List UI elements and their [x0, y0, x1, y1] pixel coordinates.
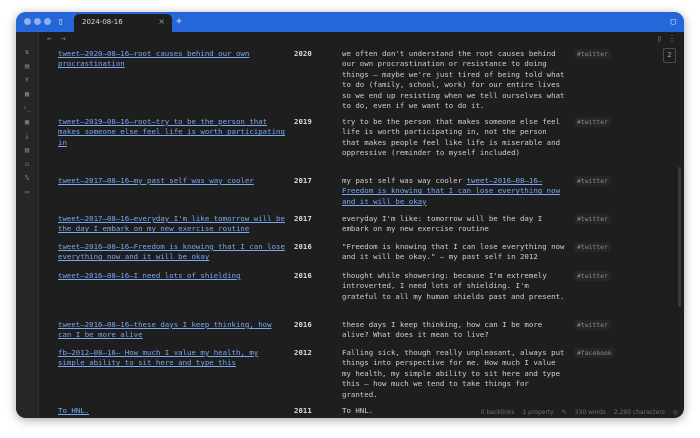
import-icon[interactable]: ⤓	[21, 132, 33, 141]
note-link[interactable]: To HNL.	[58, 406, 288, 416]
app-window: ▯ 2024-08-16 × + ▢ ⇅ ▤ ⋎ ▦ ›_ ▣ ⤓ ▥ ⌂ % …	[16, 12, 684, 418]
page-indicator[interactable]: 2	[663, 48, 676, 63]
word-count: 330 words	[574, 409, 606, 416]
templates-icon[interactable]: ▥	[21, 146, 33, 154]
tag-badge[interactable]: #twitter	[574, 176, 611, 187]
right-sidebar-toggle-icon[interactable]: ▢	[671, 12, 676, 32]
year-cell: 2017	[294, 214, 312, 223]
forward-icon[interactable]: →	[61, 34, 66, 43]
content-cell: thought while showering: because I'm ext…	[342, 271, 565, 301]
year-cell: 2011	[294, 406, 312, 415]
year-cell: 2016	[294, 320, 312, 329]
archive-icon[interactable]: ▭	[21, 188, 33, 196]
tag-badge[interactable]: #twitter	[574, 214, 611, 225]
title-bar: ▯ 2024-08-16 × + ▢	[16, 12, 684, 32]
content-cell: my past self was way cooler tweet–2016–0…	[342, 176, 567, 207]
content-cell: "Freedom is knowing that I can lose ever…	[342, 242, 565, 262]
content-cell: everyday I'm like: tomorrow will be the …	[342, 214, 543, 234]
note-link[interactable]: tweet–2016–08–16–I need lots of shieldin…	[58, 271, 288, 281]
reading-view-icon[interactable]: ▯	[657, 34, 662, 43]
left-ribbon: ⇅ ▤ ⋎ ▦ ›_ ▣ ⤓ ▥ ⌂ % ▭	[16, 32, 39, 418]
content-text: my past self was way cooler	[342, 176, 467, 185]
year-cell: 2019	[294, 117, 312, 126]
tag-badge[interactable]: #twitter	[574, 49, 611, 60]
note-link[interactable]: tweet–2017–08–16–my past self was way co…	[58, 176, 288, 186]
character-count: 2,295 characters	[613, 409, 665, 416]
note-link[interactable]: tweet–2020–08–16–root causes behind our …	[58, 49, 288, 70]
scrollbar[interactable]	[678, 167, 681, 307]
switcher-icon[interactable]: ⇅	[21, 48, 33, 56]
year-cell: 2012	[294, 348, 312, 357]
content-cell: we often don't understand the root cause…	[342, 49, 565, 111]
calendar-icon[interactable]: ▦	[21, 90, 33, 98]
tab-close-icon[interactable]: ×	[158, 17, 165, 26]
year-cell: 2016	[294, 271, 312, 280]
note-link[interactable]: tweet–2016–08–16–these days I keep think…	[58, 320, 288, 341]
properties-count[interactable]: 1 property	[522, 409, 553, 416]
tag-badge[interactable]: #twitter	[574, 271, 611, 282]
tags-icon[interactable]: %	[21, 174, 33, 182]
tag-badge[interactable]: #twitter	[574, 242, 611, 253]
zoom-window-button[interactable]	[44, 18, 51, 25]
note-link[interactable]: tweet–2019–08–16–root–try to be the pers…	[58, 117, 288, 148]
files-icon[interactable]: ▤	[21, 62, 33, 70]
note-link[interactable]: fb–2012–08–16– How much I value my healt…	[58, 348, 288, 369]
note-link[interactable]: tweet–2016–08–16–Freedom is knowing that…	[58, 242, 288, 263]
edit-icon[interactable]: ✎	[562, 409, 567, 416]
home-icon[interactable]: ⌂	[21, 160, 33, 168]
canvas-icon[interactable]: ▣	[21, 118, 33, 126]
year-cell: 2017	[294, 176, 312, 185]
sidebar-toggle-icon[interactable]: ▯	[58, 12, 63, 32]
tag-badge[interactable]: #twitter	[574, 117, 611, 128]
minimize-window-button[interactable]	[34, 18, 41, 25]
year-cell: 2020	[294, 49, 312, 58]
close-window-button[interactable]	[24, 18, 31, 25]
tag-badge[interactable]: #facebook	[574, 348, 615, 359]
content-cell: Falling sick, though really unpleasant, …	[342, 348, 565, 399]
nav-row: ← → ▯ ⋮	[39, 32, 684, 47]
tab-title: 2024-08-16	[82, 18, 123, 26]
graph-icon[interactable]: ⋎	[21, 76, 33, 84]
terminal-icon[interactable]: ›_	[21, 104, 33, 112]
backlinks-count[interactable]: 0 backlinks	[481, 409, 515, 416]
content-cell: try to be the person that makes someone …	[342, 117, 561, 158]
more-options-icon[interactable]: ⋮	[668, 34, 676, 43]
content-cell: these days I keep thinking, how can I be…	[342, 320, 543, 340]
sync-icon[interactable]: ◎	[673, 409, 678, 416]
tag-badge[interactable]: #twitter	[574, 320, 611, 331]
back-icon[interactable]: ←	[47, 34, 52, 43]
note-link[interactable]: tweet–2017–08–16–everyday I'm like tomor…	[58, 214, 288, 235]
tab-active[interactable]: 2024-08-16 ×	[74, 14, 172, 32]
status-bar: 0 backlinks 1 property ✎ 330 words 2,295…	[475, 409, 678, 416]
new-tab-icon[interactable]: +	[176, 12, 182, 32]
year-cell: 2016	[294, 242, 312, 251]
